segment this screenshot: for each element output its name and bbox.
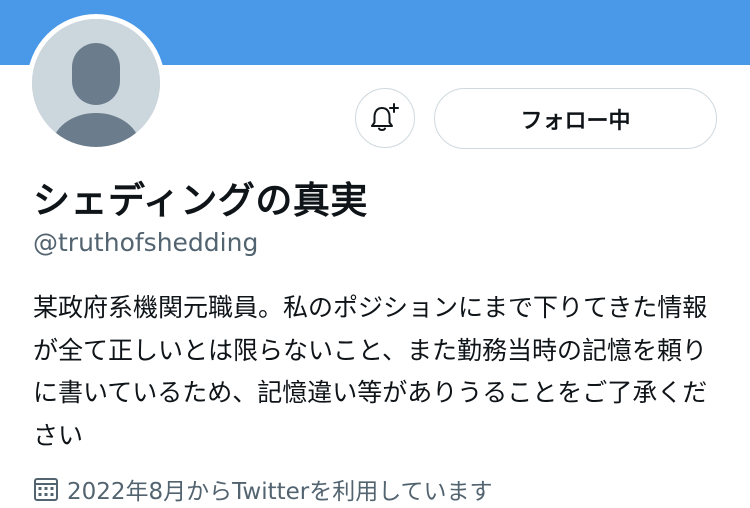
- notification-bell-button[interactable]: [355, 88, 415, 148]
- bell-plus-icon: [371, 103, 399, 131]
- avatar-container[interactable]: [27, 14, 165, 152]
- profile-bio: 某政府系機関元職員。私のポジションにまで下りてきた情報が全て正しいとは限らないこ…: [33, 293, 708, 450]
- join-date-text: 2022年8月からTwitterを利用しています: [67, 479, 493, 505]
- following-button[interactable]: フォロー中: [434, 88, 717, 149]
- join-date: 2022年8月からTwitterを利用しています: [33, 472, 493, 506]
- profile-handle: @truthofshedding: [33, 228, 259, 257]
- avatar[interactable]: [32, 19, 160, 147]
- profile-display-name: シェディングの真実: [33, 179, 368, 222]
- calendar-icon: [33, 476, 59, 502]
- default-avatar-icon: [32, 19, 160, 147]
